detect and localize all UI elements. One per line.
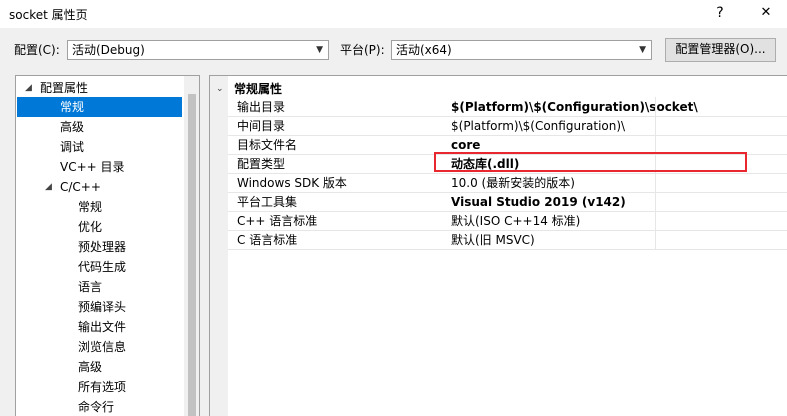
config-value: 活动(Debug) [72,43,145,57]
window-title: socket 属性页 [9,8,88,22]
property-row-windows-sdk-version[interactable]: Windows SDK 版本 10.0 (最新安装的版本) [228,174,787,193]
column-divider[interactable] [655,97,656,250]
collapse-chevron-icon[interactable]: ⌄ [216,79,224,99]
tree-item-advanced[interactable]: 高级 [60,117,84,137]
property-name: 输出目录 [237,100,286,114]
tree-item-all-options[interactable]: 所有选项 [78,377,126,397]
property-name: C 语言标准 [237,233,298,247]
property-value[interactable]: $(Platform)\$(Configuration)\socket\ [451,98,698,116]
tree-item-language[interactable]: 语言 [78,277,102,297]
chevron-down-icon: ▼ [316,45,323,55]
property-name: 平台工具集 [237,195,298,209]
tree-item-debugging[interactable]: 调试 [60,137,84,157]
tree-item-cpp-general[interactable]: 常规 [78,197,102,217]
property-name: 目标文件名 [237,138,298,152]
tree-item-cpp[interactable]: C/C++ [60,177,101,197]
group-header-general[interactable]: 常规属性 [234,79,282,99]
help-icon[interactable]: ? [700,0,740,28]
tree-item-optimization[interactable]: 优化 [78,217,102,237]
property-row-output-directory[interactable]: 输出目录 $(Platform)\$(Configuration)\socket… [228,98,787,117]
tree-item-vc-directories[interactable]: VC++ 目录 [60,157,125,177]
property-row-platform-toolset[interactable]: 平台工具集 Visual Studio 2019 (v142) [228,193,787,212]
config-label: 配置(C): [14,43,60,57]
property-row-cpp-language-standard[interactable]: C++ 语言标准 默认(ISO C++14 标准) [228,212,787,231]
tree-item-output-files[interactable]: 输出文件 [78,317,126,337]
property-name: 配置类型 [237,157,286,171]
config-manager-button[interactable]: 配置管理器(O)... [665,38,776,62]
tree-item-preprocessor[interactable]: 预处理器 [78,237,126,257]
property-name: C++ 语言标准 [237,214,318,228]
property-value[interactable]: 默认(旧 MSVC) [451,231,535,249]
platform-value: 活动(x64) [396,43,452,57]
property-tree: ◢ 配置属性 常规 高级 调试 VC++ 目录 ◢ C/C++ 常规 优化 预处… [15,75,200,416]
highlight-box [434,152,747,172]
property-row-intermediate-directory[interactable]: 中间目录 $(Platform)\$(Configuration)\ [228,117,787,136]
config-dropdown[interactable]: 活动(Debug) ▼ [67,40,329,60]
close-icon[interactable]: ✕ [746,0,786,28]
tree-item-config-properties[interactable]: 配置属性 [40,78,88,98]
tree-item-command-line[interactable]: 命令行 [78,397,114,416]
property-grid: ⌄ 常规属性 输出目录 $(Platform)\$(Configuration)… [209,75,787,416]
collapse-triangle-icon[interactable]: ◢ [25,78,32,98]
property-row-c-language-standard[interactable]: C 语言标准 默认(旧 MSVC) [228,231,787,250]
platform-label: 平台(P): [340,43,385,57]
tree-item-code-generation[interactable]: 代码生成 [78,257,126,277]
tree-item-precompiled-headers[interactable]: 预编译头 [78,297,126,317]
tree-item-general[interactable]: 常规 [17,97,182,117]
tree-item-cpp-advanced[interactable]: 高级 [78,357,102,377]
property-value[interactable]: Visual Studio 2019 (v142) [451,193,626,211]
property-value[interactable]: $(Platform)\$(Configuration)\ [451,117,625,135]
chevron-down-icon: ▼ [639,45,646,55]
property-name: 中间目录 [237,119,286,133]
grid-gutter [210,76,228,416]
tree-scrollbar-thumb[interactable] [188,94,196,416]
property-value[interactable]: 10.0 (最新安装的版本) [451,174,575,192]
title-bar: socket 属性页 ? ✕ [0,0,787,28]
collapse-triangle-icon[interactable]: ◢ [45,177,52,197]
property-value[interactable]: 默认(ISO C++14 标准) [451,212,580,230]
tree-item-browse-information[interactable]: 浏览信息 [78,337,126,357]
platform-dropdown[interactable]: 活动(x64) ▼ [391,40,652,60]
property-name: Windows SDK 版本 [237,176,347,190]
